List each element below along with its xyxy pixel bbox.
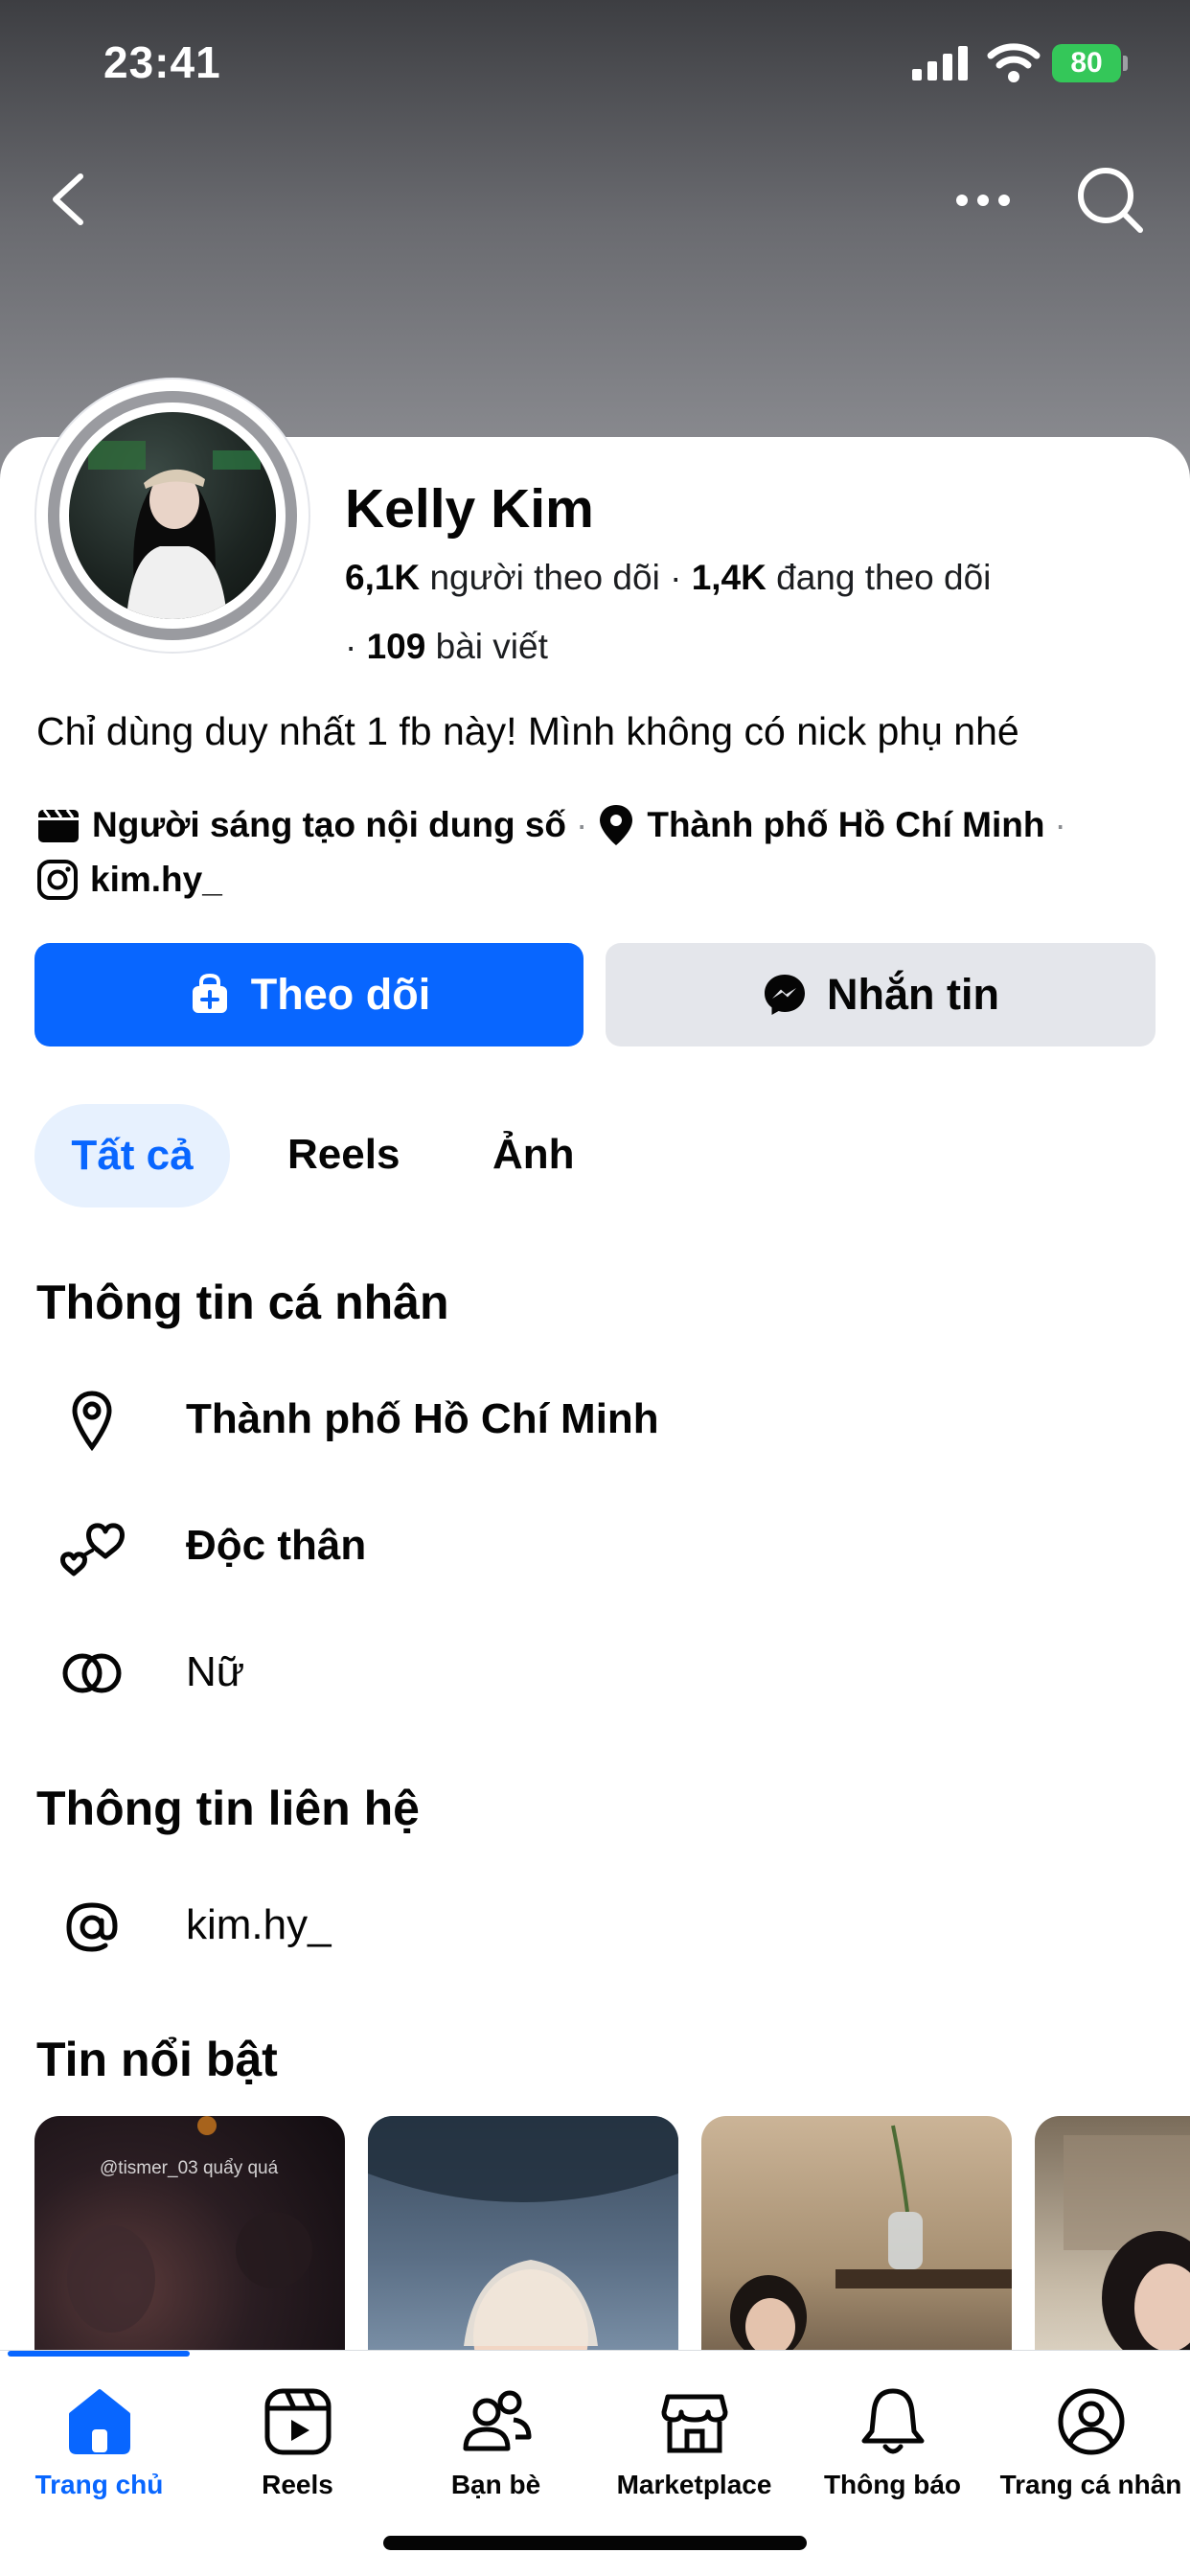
- tab-reels[interactable]: Reels: [287, 1131, 400, 1179]
- nav-home[interactable]: Trang chủ: [0, 2351, 198, 2542]
- chevron-left-icon[interactable]: [46, 171, 90, 228]
- personal-info-row-relationship: Độc thân: [0, 1497, 1190, 1593]
- status-time: 23:41: [103, 37, 221, 87]
- posts-count: 109: [366, 627, 426, 666]
- nav-profile-label: Trang cá nhân: [999, 2470, 1182, 2499]
- tab-all[interactable]: Tất cả: [34, 1104, 230, 1208]
- clapperboard-icon: [38, 809, 79, 842]
- reels-icon: [264, 2388, 331, 2455]
- tab-photos[interactable]: Ảnh: [492, 1131, 575, 1179]
- profile-instagram[interactable]: kim.hy_: [36, 859, 222, 901]
- posts-label: bài viết: [435, 627, 548, 666]
- contact-instagram[interactable]: kim.hy_: [186, 1901, 332, 1949]
- battery-tip: [1123, 56, 1128, 71]
- profile-category: Người sáng tạo nội dung số: [92, 805, 567, 844]
- personal-relationship: Độc thân: [186, 1522, 367, 1569]
- more-dots-icon[interactable]: [952, 184, 1014, 217]
- home-icon: [68, 2389, 130, 2454]
- nav-marketplace[interactable]: Marketplace: [595, 2351, 793, 2542]
- nav-reels-label: Reels: [262, 2470, 333, 2499]
- profile-stats-posts: · 109 bài viết: [345, 627, 548, 667]
- meta-separator: ·: [1054, 805, 1066, 844]
- nav-profile[interactable]: Trang cá nhân: [992, 2351, 1190, 2542]
- highlights-carousel[interactable]: @tismer_03 quẩy quá: [34, 2116, 1190, 2350]
- stats-separator: ·: [345, 627, 367, 666]
- profile-stats: 6,1K người theo dõi · 1,4K đang theo dõi: [345, 558, 991, 598]
- following-count[interactable]: 1,4K: [692, 558, 767, 597]
- personal-info-row-gender: Nữ: [0, 1623, 1190, 1719]
- contact-info-title: Thông tin liên hệ: [36, 1782, 420, 1835]
- highlight-card[interactable]: [368, 2116, 678, 2350]
- highlight-card[interactable]: [701, 2116, 1012, 2350]
- avatar[interactable]: [36, 380, 309, 652]
- instagram-icon: [37, 860, 78, 900]
- nav-friends-label: Bạn bè: [450, 2470, 541, 2499]
- follow-label: Theo dõi: [250, 970, 431, 1019]
- nav-marketplace-label: Marketplace: [616, 2470, 772, 2499]
- personal-gender: Nữ: [186, 1648, 245, 1695]
- search-icon[interactable]: [1071, 161, 1148, 238]
- marketplace-icon: [661, 2394, 727, 2453]
- nav-reels[interactable]: Reels: [198, 2351, 397, 2542]
- profile-bio: Chỉ dùng duy nhất 1 fb này! Mình không c…: [36, 709, 1019, 753]
- following-label[interactable]: đang theo dõi: [776, 558, 991, 597]
- home-indicator: [383, 2536, 807, 2550]
- friends-icon: [463, 2390, 531, 2451]
- battery-level: 80: [1070, 47, 1103, 79]
- profile-meta: Người sáng tạo nội dung số · Thành phố H…: [36, 803, 1076, 847]
- tab-all-label: Tất cả: [71, 1132, 194, 1179]
- location-pin-icon: [72, 1391, 112, 1452]
- location-pin-icon: [600, 805, 633, 845]
- messenger-icon: [765, 975, 805, 1015]
- nav-notifications[interactable]: Thông báo: [793, 2351, 992, 2542]
- status-bar: 23:41 80: [0, 0, 1190, 134]
- highlights-title: Tin nổi bật: [36, 2033, 278, 2086]
- message-button[interactable]: Nhắn tin: [606, 943, 1156, 1046]
- at-sign-icon: [66, 1902, 118, 1952]
- highlight-card[interactable]: @tismer_03 quẩy quá: [34, 2116, 345, 2350]
- avatar-photo: [69, 412, 276, 619]
- personal-info-row-location: Thành phố Hồ Chí Minh: [0, 1370, 1190, 1466]
- followers-label[interactable]: người theo dõi: [429, 558, 659, 597]
- stats-separator: ·: [670, 558, 692, 597]
- instagram-handle[interactable]: kim.hy_: [90, 860, 222, 900]
- nav-home-label: Trang chủ: [34, 2470, 164, 2499]
- highlight-card[interactable]: [1035, 2116, 1190, 2350]
- profile-name: Kelly Kim: [345, 478, 594, 540]
- nav-friends[interactable]: Bạn bè: [397, 2351, 595, 2542]
- contact-info-row-instagram[interactable]: kim.hy_: [0, 1876, 1190, 1972]
- personal-location: Thành phố Hồ Chí Minh: [186, 1395, 659, 1442]
- follow-button[interactable]: Theo dõi: [34, 943, 584, 1046]
- profile-location: Thành phố Hồ Chí Minh: [647, 805, 1045, 844]
- meta-separator: ·: [576, 805, 588, 844]
- nav-notifications-label: Thông báo: [823, 2470, 962, 2499]
- wifi-icon: [987, 43, 1041, 82]
- followers-count[interactable]: 6,1K: [345, 558, 420, 597]
- follow-add-icon: [192, 973, 227, 1013]
- battery-indicator: 80: [1052, 44, 1121, 82]
- message-label: Nhắn tin: [827, 970, 999, 1019]
- avatar-ring: [48, 391, 297, 640]
- hearts-icon: [60, 1523, 125, 1576]
- gender-rings-icon: [62, 1653, 122, 1693]
- profile-icon: [1058, 2388, 1124, 2455]
- bell-icon: [861, 2388, 924, 2454]
- cellular-signal-icon: [912, 46, 968, 80]
- personal-info-title: Thông tin cá nhân: [36, 1276, 449, 1329]
